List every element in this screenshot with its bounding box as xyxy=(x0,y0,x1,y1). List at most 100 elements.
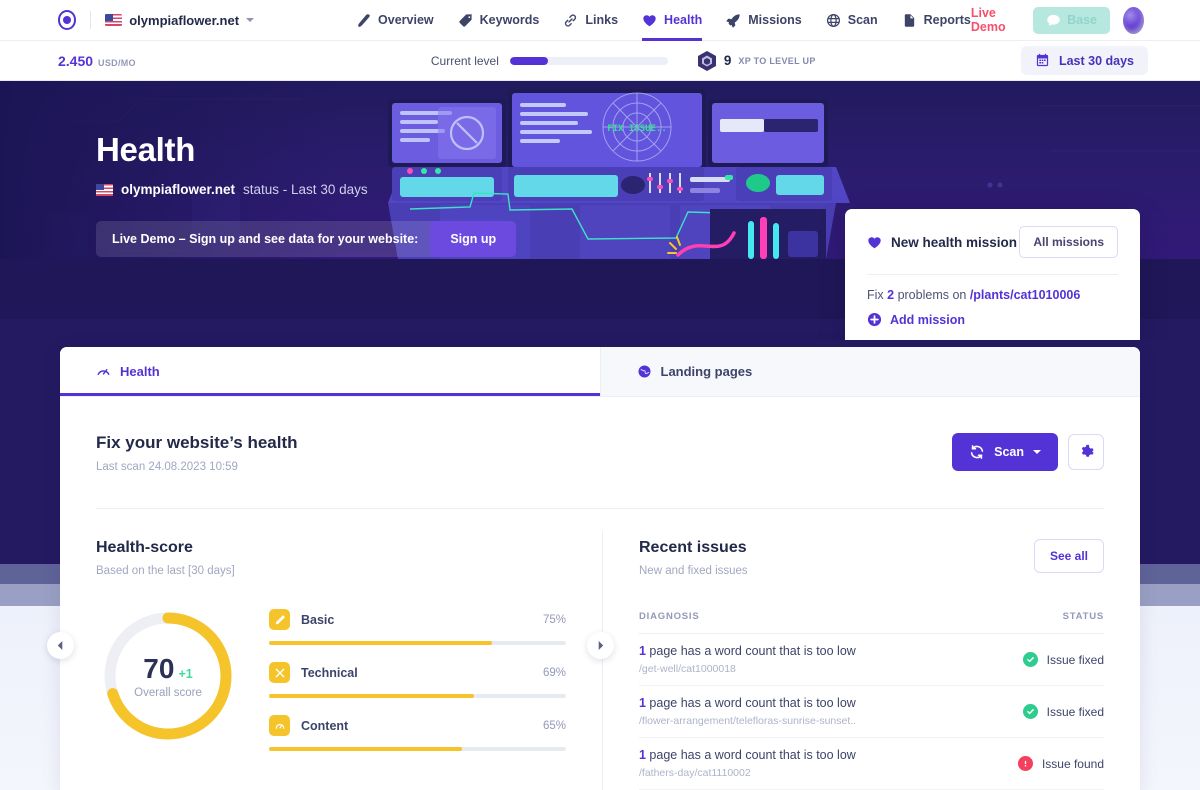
hero-subtitle: olympiaflower.net status - Last 30 days xyxy=(96,182,516,197)
column-header-status: STATUS xyxy=(1062,611,1104,622)
signup-button[interactable]: Sign up xyxy=(430,221,517,257)
settings-button[interactable] xyxy=(1068,434,1104,470)
xp-number: 9 xyxy=(723,53,732,68)
all-missions-button[interactable]: All missions xyxy=(1019,226,1118,258)
svg-text:FIX ISSUE..: FIX ISSUE.. xyxy=(607,124,667,134)
table-row[interactable]: 1 page has a word count that is too low … xyxy=(639,686,1104,738)
nav-label: Missions xyxy=(748,13,802,27)
prev-arrow-icon xyxy=(57,641,63,650)
issues-table-header: DIAGNOSIS STATUS xyxy=(639,611,1104,634)
metric-technical: Technical 69% xyxy=(269,662,566,698)
nav-label: Keywords xyxy=(479,13,540,27)
table-row[interactable]: 1 page has a word count that is too low … xyxy=(639,634,1104,686)
table-row[interactable]: 1 page has a word count that is too low … xyxy=(639,738,1104,790)
issue-text: page has a word count that is too low xyxy=(645,748,856,762)
credits-value: 2.450 xyxy=(58,52,94,69)
us-flag-icon xyxy=(105,14,123,26)
top-nav-right-controls: Live Demo Base xyxy=(971,6,1144,34)
metric-fill xyxy=(269,747,463,751)
tag-icon xyxy=(459,12,472,27)
tab-landing-pages[interactable]: Landing pages xyxy=(599,347,1140,396)
issue-status: Issue fixed xyxy=(1022,704,1104,719)
add-mission-label: Add mission xyxy=(890,312,966,327)
tab-label: Health xyxy=(120,364,160,379)
metric-fill xyxy=(269,641,492,645)
mission-title: New health mission xyxy=(891,234,1018,250)
top-navigation-bar: olympiaflower.net Overview Keywords Link… xyxy=(0,0,1200,41)
metrics-list: Basic 75% Technical 69% Content 65% xyxy=(269,609,566,768)
new-mission-card: New health mission All missions Fix 2 pr… xyxy=(845,209,1140,340)
issue-info: 1 page has a word count that is too low … xyxy=(639,748,1018,779)
nav-item-health[interactable]: Health xyxy=(642,0,703,41)
mission-card-header: New health mission All missions xyxy=(867,226,1118,258)
nav-item-overview[interactable]: Overview xyxy=(356,0,434,41)
overall-score-delta: +1 xyxy=(178,667,193,681)
nav-label: Health xyxy=(664,13,703,27)
globe-icon xyxy=(638,365,650,378)
column-header-diagnosis: DIAGNOSIS xyxy=(639,611,700,622)
issue-status-label: Issue found xyxy=(1041,756,1104,771)
panel-header: Fix your website’s health Last scan 24.0… xyxy=(60,397,1140,473)
carousel-prev-button[interactable] xyxy=(47,632,74,659)
chat-icon xyxy=(1047,14,1060,26)
rocket-icon xyxy=(726,13,740,27)
page-title: Health xyxy=(96,131,196,168)
secondary-bar: 2.450 USD/MO Current level 9 XP TO LEVEL… xyxy=(0,41,1200,81)
nav-item-reports[interactable]: Reports xyxy=(902,0,971,41)
issue-info: 1 page has a word count that is too low … xyxy=(639,644,1023,675)
mission-divider xyxy=(867,274,1118,275)
issue-url: /get-well/cat1000018 xyxy=(639,663,736,675)
issue-count: 1 xyxy=(639,748,646,762)
user-avatar[interactable] xyxy=(1122,6,1144,34)
base-label: Base xyxy=(1067,13,1097,27)
gauge-icon xyxy=(97,368,110,376)
panel-tabs: Health Landing pages xyxy=(60,347,1140,396)
overall-score-value: 70 xyxy=(143,653,175,684)
issues-header: Recent issues New and fixed issues See a… xyxy=(639,539,1104,577)
health-score-section: Health-score Based on the last [30 days]… xyxy=(60,509,602,790)
issue-status-label: Issue fixed xyxy=(1046,652,1104,667)
plus-circle-icon xyxy=(867,312,882,327)
carousel-next-button[interactable] xyxy=(587,632,614,659)
base-chat-button[interactable]: Base xyxy=(1033,6,1110,34)
live-demo-link[interactable]: Live Demo xyxy=(971,6,1020,34)
chevron-down-icon xyxy=(1033,450,1041,454)
site-selector[interactable]: olympiaflower.net xyxy=(105,12,255,28)
xp-indicator: 9 XP TO LEVEL UP xyxy=(697,50,816,72)
nav-label: Links xyxy=(585,13,619,27)
add-mission-button[interactable]: Add mission xyxy=(867,312,1118,327)
check-circle-icon xyxy=(1022,704,1038,719)
nav-item-missions[interactable]: Missions xyxy=(726,0,802,41)
app-logo-icon[interactable] xyxy=(58,10,77,30)
panel-header-text: Fix your website’s health Last scan 24.0… xyxy=(96,433,298,473)
health-score-subtitle: Based on the last [30 days] xyxy=(96,565,235,577)
see-all-button[interactable]: See all xyxy=(1033,539,1104,573)
nav-item-scan[interactable]: Scan xyxy=(826,0,878,41)
site-name-label: olympiaflower.net xyxy=(129,12,240,28)
date-range-picker[interactable]: Last 30 days xyxy=(1020,46,1148,75)
hero-content: Health olympiaflower.net status - Last 3… xyxy=(96,131,517,257)
issues-title: Recent issues xyxy=(639,539,747,556)
issue-count: 1 xyxy=(639,696,646,710)
credits-display: 2.450 USD/MO xyxy=(58,53,136,69)
overall-score-donut: 70 +1 Overall score xyxy=(101,609,235,743)
check-circle-icon xyxy=(1022,652,1038,667)
nav-item-keywords[interactable]: Keywords xyxy=(458,0,540,41)
hero-site-name: olympiaflower.net xyxy=(121,182,236,197)
scan-button[interactable]: Scan xyxy=(952,433,1058,471)
issue-diagnosis: 1 page has a word count that is too low xyxy=(639,748,1018,762)
tab-health[interactable]: Health xyxy=(60,347,600,396)
mission-problem-line: Fix 2 problems on /plants/cat1010006 xyxy=(867,288,1118,302)
level-progress-fill xyxy=(509,56,548,65)
pencil-icon xyxy=(269,609,290,630)
credits-unit: USD/MO xyxy=(98,57,136,68)
nav-item-links[interactable]: Links xyxy=(563,0,618,41)
primary-nav-links: Overview Keywords Links Health Missions … xyxy=(356,0,971,41)
fix-prefix: Fix xyxy=(867,288,888,302)
issue-diagnosis: 1 page has a word count that is too low xyxy=(639,644,1023,658)
heart-icon xyxy=(643,14,656,26)
health-panel: Health Landing pages Fix your website’s … xyxy=(60,347,1140,790)
problem-path-link[interactable]: /plants/cat1010006 xyxy=(970,288,1081,302)
health-score-title: Health-score xyxy=(96,539,193,556)
us-flag-icon xyxy=(96,183,113,196)
